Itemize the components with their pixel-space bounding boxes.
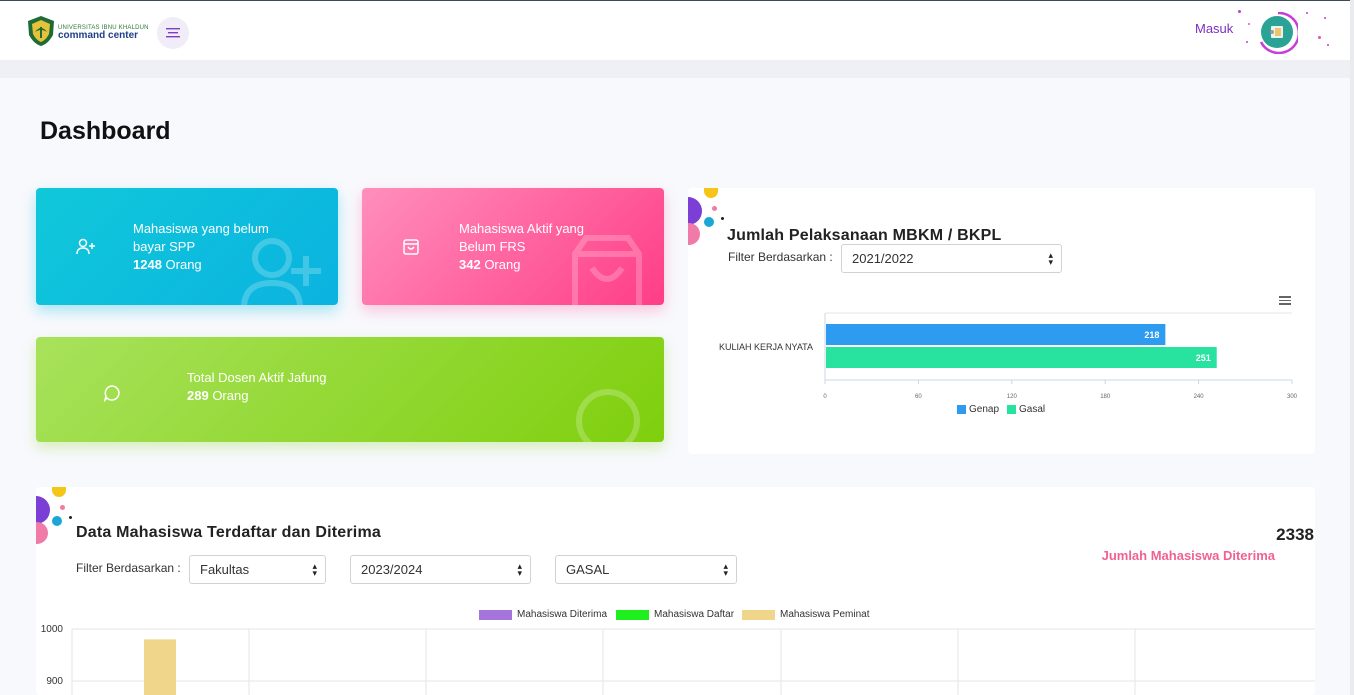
- select-arrow-icon: ▴ ▾: [517, 561, 522, 578]
- mbkm-title: Jumlah Pelaksanaan MBKM / BKPL: [727, 227, 1002, 244]
- year-select[interactable]: 2023/2024 ▴ ▾: [350, 555, 531, 584]
- legend-item-genap[interactable]: Genap: [957, 404, 999, 415]
- page-title: Dashboard: [40, 117, 171, 145]
- menu-toggle-button[interactable]: [157, 17, 189, 49]
- chat-bubble-icon: [103, 385, 120, 402]
- bar-gasal: [826, 347, 1217, 368]
- card-count-line: 289 Orang: [187, 387, 326, 405]
- x-tick-label: 180: [1100, 394, 1111, 400]
- legend-item-peminat[interactable]: Mahasiswa Peminat: [742, 609, 869, 620]
- card-label-line1: Mahasiswa yang belum: [133, 221, 269, 236]
- y-tick-label: 1000: [41, 624, 64, 635]
- select-arrow-icon: ▴ ▾: [1048, 250, 1053, 267]
- legend-swatch: [1007, 405, 1016, 414]
- shopping-bag-icon: [572, 235, 642, 305]
- page-scrollbar[interactable]: [1350, 0, 1354, 695]
- no-frs-card[interactable]: Mahasiswa Aktif yang Belum FRS 342 Orang: [362, 188, 664, 305]
- top-header: UNIVERSITAS IBNU KHALDUN command center …: [0, 1, 1354, 60]
- legend-swatch: [479, 609, 512, 620]
- mbkm-year-select[interactable]: 2021/2022 ▴ ▾: [841, 244, 1062, 273]
- login-link[interactable]: Masuk: [1195, 21, 1233, 36]
- select-arrow-icon: ▴ ▾: [312, 561, 317, 578]
- active-lecturer-card[interactable]: Total Dosen Aktif Jafung 289 Orang: [36, 337, 664, 442]
- faculty-value: Fakultas: [200, 562, 250, 577]
- semester-select[interactable]: GASAL ▴ ▾: [555, 555, 737, 584]
- card-count-line: 342 Orang: [459, 256, 584, 274]
- x-tick-label: 300: [1287, 394, 1298, 400]
- header-separator: [0, 60, 1354, 78]
- legend-label: Genap: [969, 404, 1000, 415]
- card-count: 1248: [133, 257, 162, 272]
- mbkm-panel: Jumlah Pelaksanaan MBKM / BKPL Filter Be…: [688, 188, 1315, 454]
- data-label: 251: [1196, 353, 1211, 363]
- category-label: KULIAH KERJA NYATA: [719, 342, 813, 352]
- x-tick-label: 60: [915, 394, 922, 400]
- card-count: 289: [187, 388, 209, 403]
- data-label: 218: [1144, 330, 1159, 340]
- unpaid-spp-card[interactable]: Mahasiswa yang belum bayar SPP 1248 Oran…: [36, 188, 338, 305]
- faculty-select[interactable]: Fakultas ▴ ▾: [189, 555, 326, 584]
- card-unit: Orang: [480, 257, 521, 272]
- accepted-total-label: Jumlah Mahasiswa Diterima: [1101, 548, 1275, 563]
- semester-value: GASAL: [566, 562, 610, 577]
- legend-label: Mahasiswa Daftar: [654, 609, 735, 620]
- card-label-line1: Mahasiswa Aktif yang: [459, 221, 585, 236]
- card-text: Mahasiswa Aktif yang Belum FRS 342 Orang: [459, 220, 584, 274]
- accepted-total-value: 2338: [1276, 525, 1314, 544]
- legend-item-gasal[interactable]: Gasal: [1007, 404, 1045, 415]
- x-tick-label: 240: [1194, 394, 1205, 400]
- mbkm-filter-label: Filter Berdasarkan :: [728, 250, 833, 264]
- legend-swatch: [742, 609, 775, 620]
- y-tick-label: 900: [46, 676, 63, 687]
- legend-swatch: [616, 609, 649, 620]
- registrants-filter-label: Filter Berdasarkan :: [76, 561, 181, 575]
- avatar[interactable]: [1258, 11, 1301, 55]
- logo[interactable]: UNIVERSITAS IBNU KHALDUN command center: [26, 15, 149, 47]
- registrants-title: Data Mahasiswa Terdaftar dan Diterima: [76, 524, 381, 541]
- select-arrow-icon: ▴ ▾: [723, 561, 728, 578]
- registrants-chart: 1000 900: [41, 624, 1315, 695]
- chat-bubble-icon: [576, 389, 640, 442]
- user-plus-icon: [241, 238, 321, 305]
- shopping-bag-icon: [403, 239, 419, 255]
- legend-label: Mahasiswa Peminat: [780, 609, 870, 620]
- card-unit: Orang: [161, 257, 202, 272]
- university-crest-icon: [28, 16, 54, 46]
- logo-product-name: command center: [58, 30, 139, 41]
- card-text: Total Dosen Aktif Jafung 289 Orang: [187, 369, 326, 405]
- mbkm-year-value: 2021/2022: [852, 251, 914, 266]
- card-label-line1: Total Dosen Aktif Jafung: [187, 370, 327, 385]
- menu-icon: [166, 28, 180, 38]
- legend-label: Gasal: [1019, 404, 1046, 415]
- legend-item-diterima[interactable]: Mahasiswa Diterima: [479, 609, 607, 620]
- registrants-panel: Data Mahasiswa Terdaftar dan Diterima Fi…: [36, 487, 1315, 695]
- x-tick-label: 0: [823, 394, 827, 400]
- bar-genap: [826, 324, 1166, 345]
- legend-item-daftar[interactable]: Mahasiswa Daftar: [616, 609, 734, 620]
- card-unit: Orang: [208, 388, 249, 403]
- card-label-line2: Belum FRS: [459, 239, 526, 254]
- mbkm-chart: 0 60 120 180 240 300 KULIAH KERJA NYATA 218 251: [719, 312, 1298, 400]
- legend-label: Mahasiswa Diterima: [517, 609, 608, 620]
- legend-swatch: [957, 405, 966, 414]
- bar-mahasiswa-peminat: [144, 639, 176, 695]
- x-tick-label: 120: [1007, 394, 1018, 400]
- card-count: 342: [459, 257, 481, 272]
- year-value: 2023/2024: [361, 562, 423, 577]
- user-plus-icon: [76, 238, 95, 255]
